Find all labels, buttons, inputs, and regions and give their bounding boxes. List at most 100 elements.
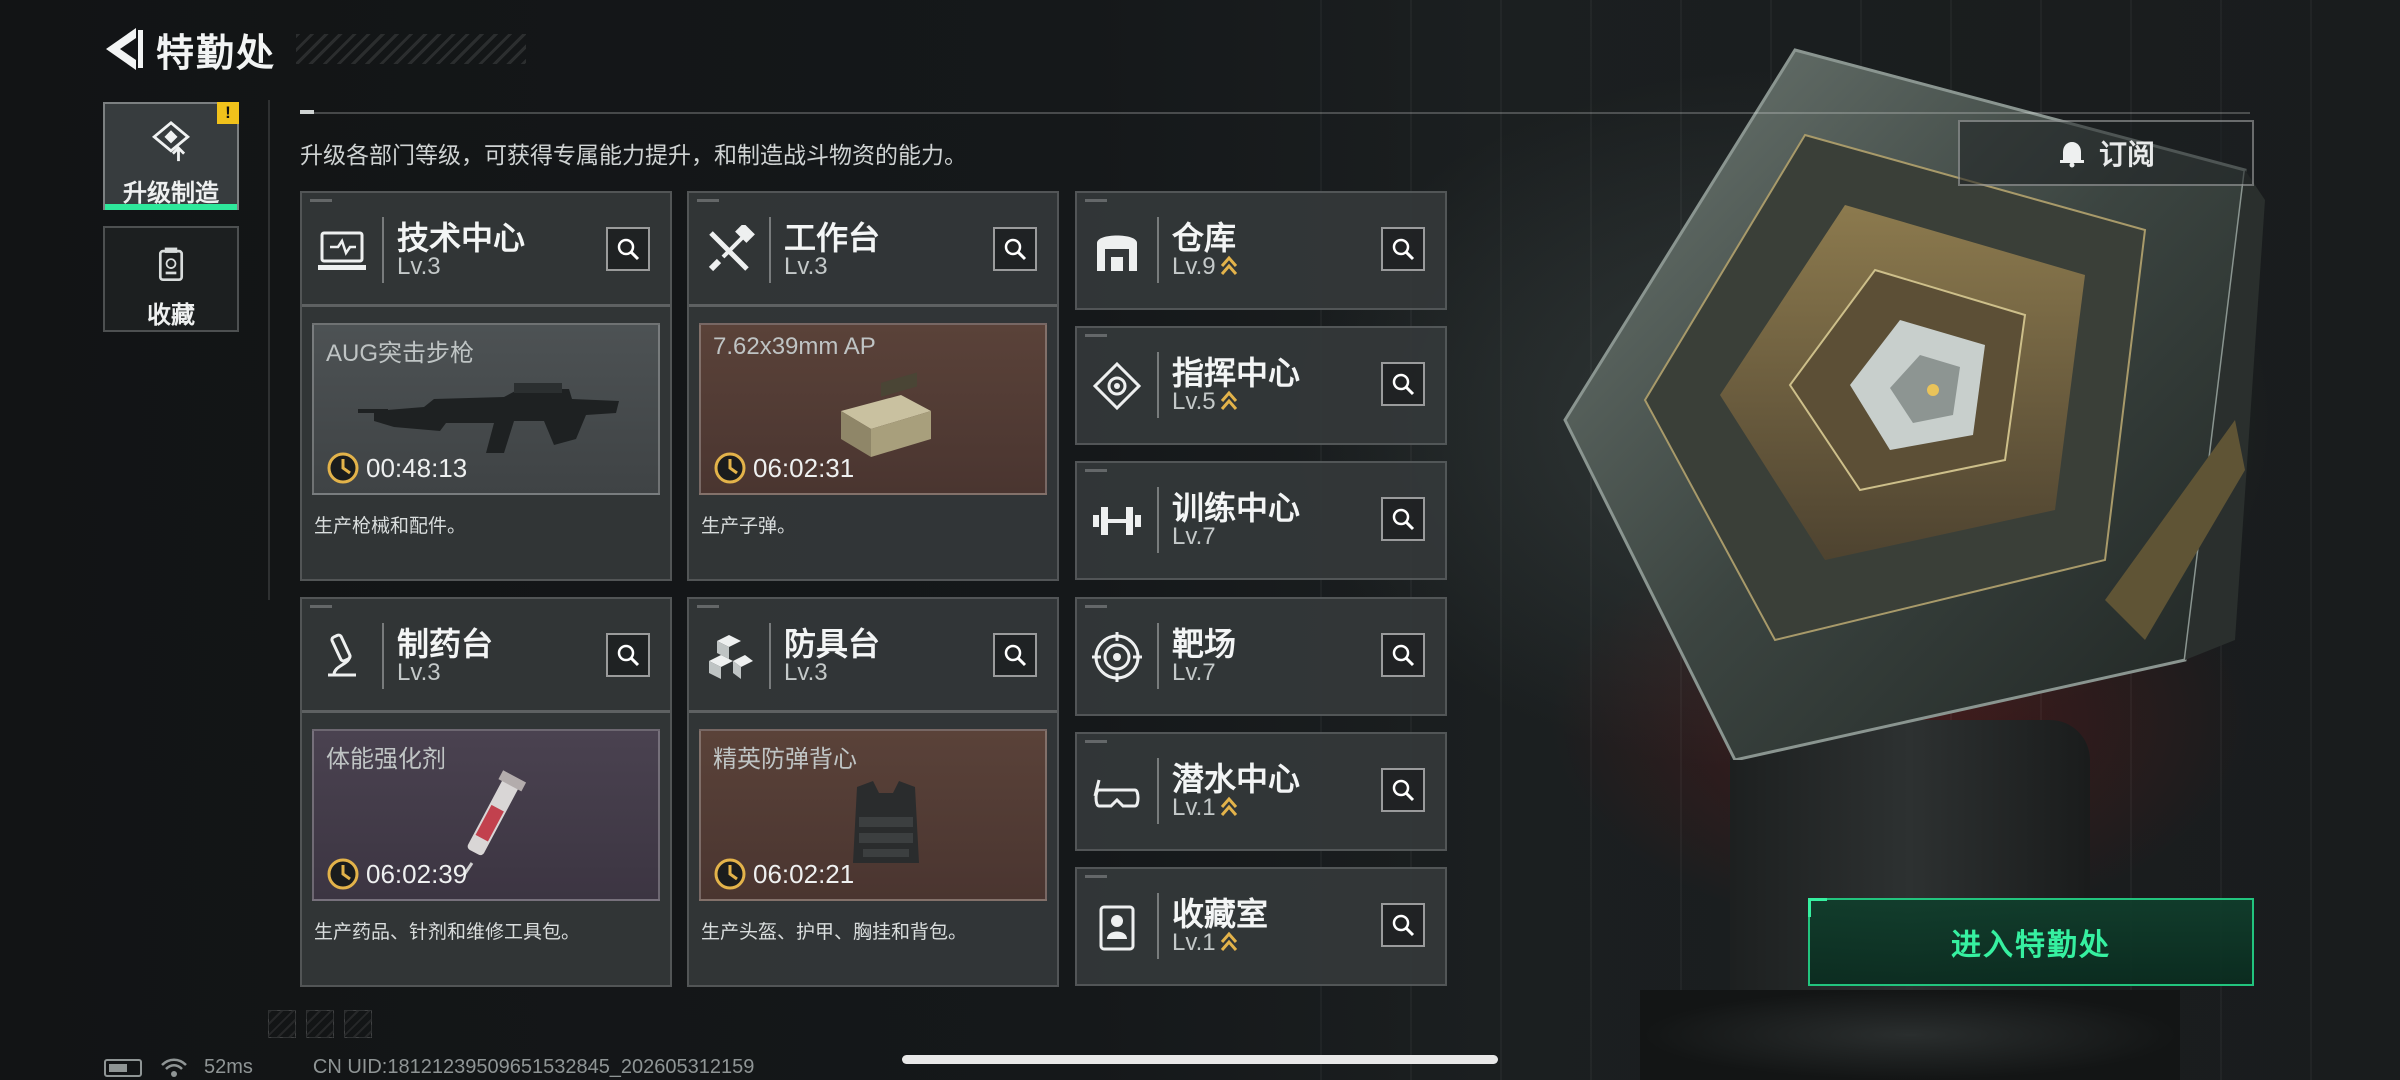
inspect-button[interactable] [606,227,650,271]
bell-icon [2059,142,2084,168]
training-center-icon [1093,507,1141,535]
nav-upgrade-craft[interactable]: ! 升级制造 [103,102,239,210]
dept-level: Lv.3 [397,659,441,687]
upgrade-arrow-icon [1220,931,1237,951]
enter-button[interactable]: 进入特勤处 [1808,898,2254,986]
dept-card-training-center[interactable]: 训练中心 Lv.7 [1075,461,1447,580]
inspect-button[interactable] [1381,362,1425,406]
timer-icon [327,858,359,890]
timer-text: 06:02:31 [753,452,855,483]
search-icon [1392,508,1415,531]
search-icon [617,238,640,261]
dept-card-header: 工作台 Lv.3 [689,193,1057,307]
dept-card-header: 制药台 Lv.3 [302,599,670,713]
pharmacy-icon [328,633,356,677]
battery-icon [104,1058,142,1077]
search-icon [1392,779,1415,802]
page-header: 特勤处 [102,24,527,75]
dept-card-collection-room[interactable]: 收藏室 Lv.1 [1075,867,1447,986]
timer-text: 06:02:39 [366,858,468,889]
dept-level-text: Lv.3 [397,253,441,280]
alert-badge: ! [217,102,239,124]
page-title: 特勤处 [156,32,277,75]
dept-card-header: 技术中心 Lv.3 [302,193,670,307]
upgrade-craft-icon [151,120,191,162]
upgrade-arrow-icon [1220,796,1237,816]
inspect-button[interactable] [1381,227,1425,271]
dept-card-command-center[interactable]: 指挥中心 Lv.5 [1075,326,1447,445]
timer-text: 06:02:21 [753,858,855,889]
home-indicator[interactable] [902,1055,1498,1064]
dept-level-text: Lv.3 [397,659,441,686]
diving-center-icon [1093,779,1140,808]
production-slot[interactable]: 体能强化剂 06:02:39 [312,729,660,901]
decor-square [306,1010,334,1038]
dept-level-text: Lv.9 [1172,253,1216,280]
decor-square [344,1010,372,1038]
dept-level-text: Lv.5 [1172,388,1216,415]
production-slot[interactable]: AUG突击步枪 00:48:13 [312,323,660,495]
status-bar: 52ms CN UID:18121239509651532845_2026053… [104,1056,754,1079]
dept-card-header: 靶场 Lv.7 [1077,599,1445,715]
inspect-button[interactable] [993,633,1037,677]
upgrade-arrow-icon [1220,255,1237,275]
production-item-name: 7.62x39mm AP [713,333,876,360]
upgrade-arrow-icon [1220,390,1237,410]
nav-label: 升级制造 [123,180,219,207]
nav-collection[interactable]: 收藏 [103,226,239,332]
dept-level: Lv.5 [1172,388,1238,416]
dept-level-text: Lv.3 [784,253,828,280]
search-icon [1004,644,1027,667]
production-timer: 06:02:31 [713,451,854,485]
inspect-button[interactable] [993,227,1037,271]
dept-level: Lv.9 [1172,253,1238,281]
dept-card-header: 训练中心 Lv.7 [1077,463,1445,579]
dept-card-shooting-range[interactable]: 靶场 Lv.7 [1075,597,1447,716]
dept-card-workbench[interactable]: 工作台 Lv.3 7.62x39mm AP 06:02:31 生产子弹。 [687,191,1059,581]
dept-card-pharmacy[interactable]: 制药台 Lv.3 体能强化剂 06:02:39 生产药品、针剂和维修工具包。 [300,597,672,987]
dept-level: Lv.1 [1172,794,1238,822]
dept-card-tech-center[interactable]: 技术中心 Lv.3 AUG突击步枪 00:48:13 生产枪械和配件。 [300,191,672,581]
production-timer: 00:48:13 [326,451,467,485]
dept-separator [1157,487,1159,553]
dept-level: Lv.3 [784,659,828,687]
shooting-range-icon [1092,632,1142,682]
enter-button-label: 进入特勤处 [1951,929,2111,962]
dept-level: Lv.7 [1172,523,1216,551]
collection-icon [158,247,184,281]
dept-level-text: Lv.1 [1172,929,1216,956]
dept-separator [769,623,771,689]
dept-card-diving-center[interactable]: 潜水中心 Lv.1 [1075,732,1447,851]
timer-icon [714,452,746,484]
inspect-button[interactable] [1381,903,1425,947]
dept-card-warehouse[interactable]: 仓库 Lv.9 [1075,191,1447,310]
decor-square [268,1010,296,1038]
timer-icon [327,452,359,484]
inspect-button[interactable] [606,633,650,677]
dept-level-text: Lv.1 [1172,794,1216,821]
dept-description: 生产子弹。 [701,516,797,537]
header-divider [300,112,2250,114]
subscribe-label: 订阅 [2098,139,2155,170]
inspect-button[interactable] [1381,633,1425,677]
dept-description: 生产枪械和配件。 [314,516,467,537]
dept-card-armor-bench[interactable]: 防具台 Lv.3 精英防弹背心 06:02:21 生产头盔、护甲、胸挂和背包。 [687,597,1059,987]
dept-level: Lv.7 [1172,659,1216,687]
inspect-button[interactable] [1381,497,1425,541]
bottom-decoration [268,1010,372,1038]
back-arrow-icon[interactable] [102,26,144,72]
production-slot[interactable]: 精英防弹背心 06:02:21 [699,729,1047,901]
ping-text: 52ms [204,1056,253,1078]
nav-divider [268,100,270,600]
dept-level-text: Lv.3 [784,659,828,686]
dept-separator [1157,217,1159,283]
dept-description: 生产头盔、护甲、胸挂和背包。 [701,922,968,943]
dept-level-text: Lv.7 [1172,659,1216,686]
dept-description: 生产药品、针剂和维修工具包。 [314,922,581,943]
production-slot[interactable]: 7.62x39mm AP 06:02:31 [699,323,1047,495]
nav-label: 收藏 [147,302,195,329]
search-icon [1392,238,1415,261]
subscribe-button[interactable]: 订阅 [1958,120,2254,186]
inspect-button[interactable] [1381,768,1425,812]
dept-separator [1157,758,1159,824]
